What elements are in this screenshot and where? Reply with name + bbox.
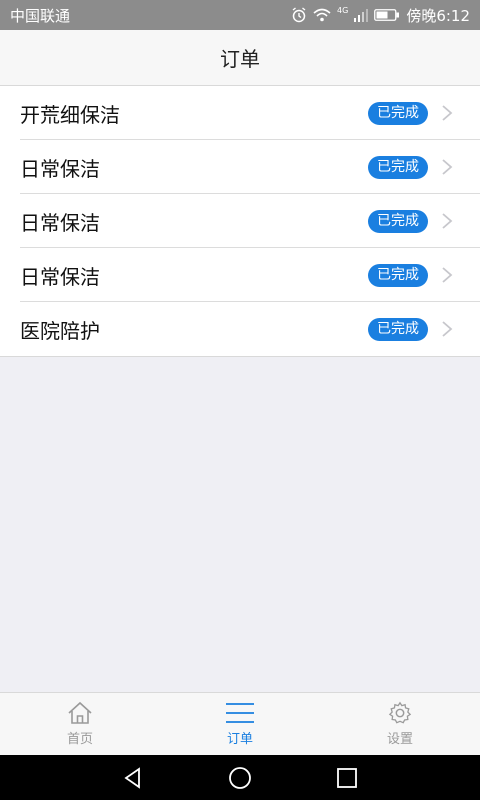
network-type-label: 4G bbox=[337, 5, 349, 15]
signal-icon bbox=[354, 9, 369, 22]
order-name: 医院陪护 bbox=[20, 318, 100, 343]
header: 订单 bbox=[0, 30, 480, 86]
tab-orders[interactable]: 订单 bbox=[160, 693, 320, 755]
list-icon bbox=[226, 703, 254, 723]
clock-label: 傍晚6:12 bbox=[406, 6, 470, 25]
order-list: 开荒细保洁 已完成 日常保洁 已完成 日常保洁 已完成 日常保洁 已完成 医院陪… bbox=[0, 86, 480, 357]
order-name: 日常保洁 bbox=[20, 156, 100, 181]
status-badge: 已完成 bbox=[368, 263, 428, 287]
wifi-icon bbox=[313, 8, 331, 22]
chevron-right-icon bbox=[442, 159, 453, 175]
tab-bar: 首页 订单 设置 bbox=[0, 692, 480, 755]
system-navigation-bar bbox=[0, 755, 480, 800]
tab-label: 订单 bbox=[226, 732, 253, 747]
status-bar: 中国联通 4G 傍晚6:12 bbox=[0, 0, 480, 30]
status-icons: 4G 傍晚6:12 bbox=[291, 5, 470, 26]
alarm-icon bbox=[292, 7, 306, 23]
back-icon[interactable] bbox=[122, 766, 144, 789]
tab-settings[interactable]: 设置 bbox=[320, 693, 480, 755]
status-badge: 已完成 bbox=[368, 317, 428, 341]
status-badge: 已完成 bbox=[368, 101, 428, 125]
page-title: 订单 bbox=[220, 47, 260, 71]
status-badge: 已完成 bbox=[368, 155, 428, 179]
chevron-right-icon bbox=[442, 213, 453, 229]
order-name: 开荒细保洁 bbox=[20, 102, 120, 127]
tab-label: 设置 bbox=[386, 732, 413, 747]
battery-icon bbox=[374, 9, 400, 21]
order-item[interactable]: 日常保洁 已完成 bbox=[0, 194, 480, 248]
chevron-right-icon bbox=[442, 105, 453, 121]
order-name: 日常保洁 bbox=[20, 210, 100, 235]
gear-icon bbox=[388, 701, 412, 724]
recents-icon[interactable] bbox=[336, 767, 358, 789]
home-circle-icon[interactable] bbox=[228, 766, 252, 790]
chevron-right-icon bbox=[442, 321, 453, 337]
order-item[interactable]: 医院陪护 已完成 bbox=[0, 302, 480, 356]
home-icon bbox=[68, 701, 92, 724]
carrier-label: 中国联通 bbox=[10, 6, 71, 25]
order-name: 日常保洁 bbox=[20, 264, 100, 289]
tab-label: 首页 bbox=[66, 732, 93, 747]
order-item[interactable]: 日常保洁 已完成 bbox=[0, 140, 480, 194]
tab-home[interactable]: 首页 bbox=[0, 693, 160, 755]
order-item[interactable]: 开荒细保洁 已完成 bbox=[0, 86, 480, 140]
status-badge: 已完成 bbox=[368, 209, 428, 233]
order-item[interactable]: 日常保洁 已完成 bbox=[0, 248, 480, 302]
chevron-right-icon bbox=[442, 267, 453, 283]
